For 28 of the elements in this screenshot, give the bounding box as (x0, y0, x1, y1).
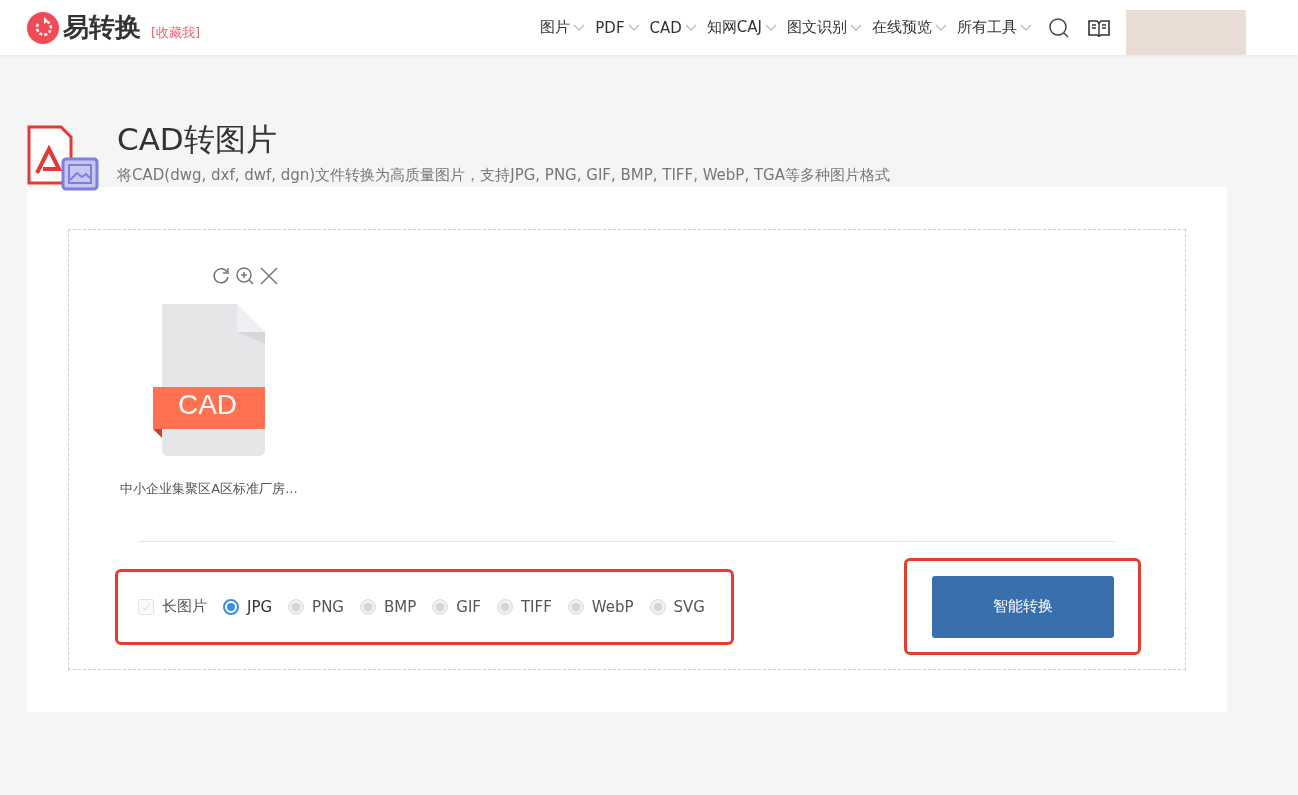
nav-menu-item[interactable]: 知网CAJ (706, 18, 777, 37)
format-radio[interactable]: JPG (223, 597, 273, 616)
nav-menu-item[interactable]: CAD (649, 18, 697, 37)
search-icon[interactable] (1048, 16, 1070, 39)
nav-menu-item[interactable]: 图片 (540, 18, 586, 37)
chevron-down-icon (850, 23, 862, 32)
chevron-down-icon (573, 23, 586, 32)
file-name: 中小企业集聚区A区标准厂房... (120, 480, 298, 498)
chevron-down-icon (935, 23, 947, 32)
nav-menu-item[interactable]: 所有工具 (957, 18, 1032, 37)
book-icon[interactable] (1088, 18, 1110, 37)
logo-icon (27, 11, 59, 44)
page-description: 将CAD(dwg, dxf, dwf, dgn)文件转换为高质量图片，支持JPG, PNG, GIF, BMP, TIFF, WebP, TGA等多种图片格式 (117, 166, 890, 186)
close-icon[interactable] (259, 266, 279, 286)
chevron-down-icon (765, 23, 777, 32)
chevron-down-icon (627, 23, 640, 32)
nav-menu-item[interactable]: 图文识别 (787, 18, 862, 37)
logo-text[interactable]: 易转换 (63, 10, 141, 45)
file-type-label: CAD (177, 389, 238, 421)
chevron-down-icon (1020, 23, 1032, 32)
refresh-icon[interactable] (211, 266, 231, 286)
convert-button[interactable]: 智能转换 (931, 575, 1114, 638)
cad-file-icon (153, 304, 265, 456)
nav-menu-item[interactable]: 在线预览 (872, 18, 947, 37)
nav-menu-item[interactable]: PDF (595, 18, 640, 37)
page-title: CAD转图片 (117, 121, 278, 159)
chevron-down-icon (684, 23, 697, 32)
zoom-in-icon[interactable] (235, 266, 255, 286)
